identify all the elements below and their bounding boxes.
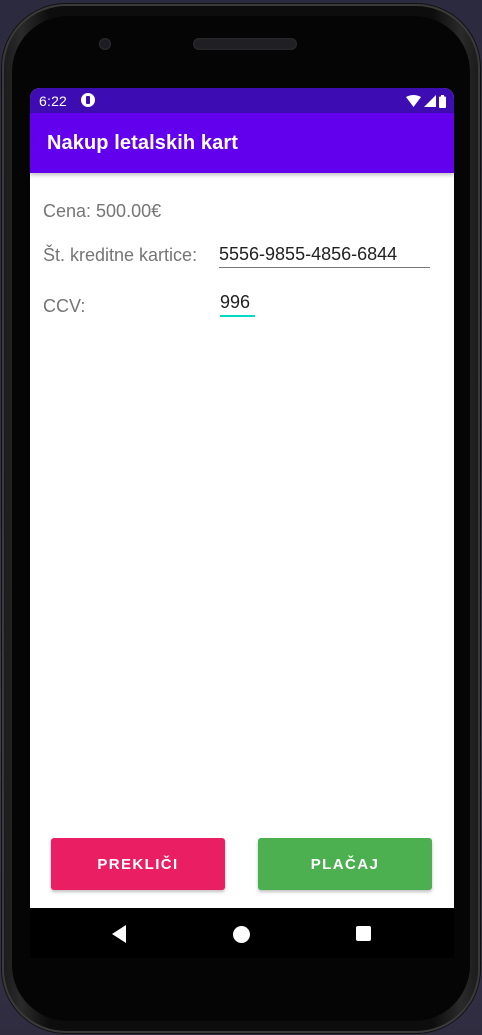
recents-icon[interactable] bbox=[356, 926, 371, 941]
status-icons bbox=[406, 94, 446, 108]
card-number-label: Št. kreditne kartice: bbox=[43, 245, 198, 265]
ccv-input[interactable] bbox=[220, 290, 256, 314]
ccv-label: CCV: bbox=[43, 296, 86, 316]
page-title: Nakup letalskih kart bbox=[47, 132, 238, 154]
cancel-button[interactable]: PREKLIČI bbox=[51, 838, 225, 890]
card-number-underline bbox=[219, 267, 430, 268]
pay-button[interactable]: PLAČAJ bbox=[258, 838, 432, 890]
card-number-input[interactable] bbox=[219, 242, 429, 266]
wifi-icon bbox=[406, 95, 421, 107]
price-label: Cena: 500.00€ bbox=[43, 201, 162, 221]
app-toolbar: Nakup letalskih kart bbox=[30, 113, 454, 173]
front-camera bbox=[99, 38, 111, 50]
signal-icon bbox=[424, 95, 436, 107]
battery-icon bbox=[439, 94, 446, 108]
status-time: 6:22 bbox=[39, 93, 68, 109]
app-screen: 6:22 Nakup letalskih kart Cena: 500.00€ … bbox=[30, 88, 454, 908]
earpiece-speaker bbox=[193, 38, 297, 50]
back-icon[interactable] bbox=[112, 925, 126, 943]
home-icon[interactable] bbox=[233, 926, 250, 943]
ccv-underline bbox=[220, 315, 255, 317]
navigation-bar bbox=[30, 908, 454, 958]
notification-app-icon bbox=[81, 93, 95, 107]
status-bar: 6:22 bbox=[30, 88, 454, 113]
